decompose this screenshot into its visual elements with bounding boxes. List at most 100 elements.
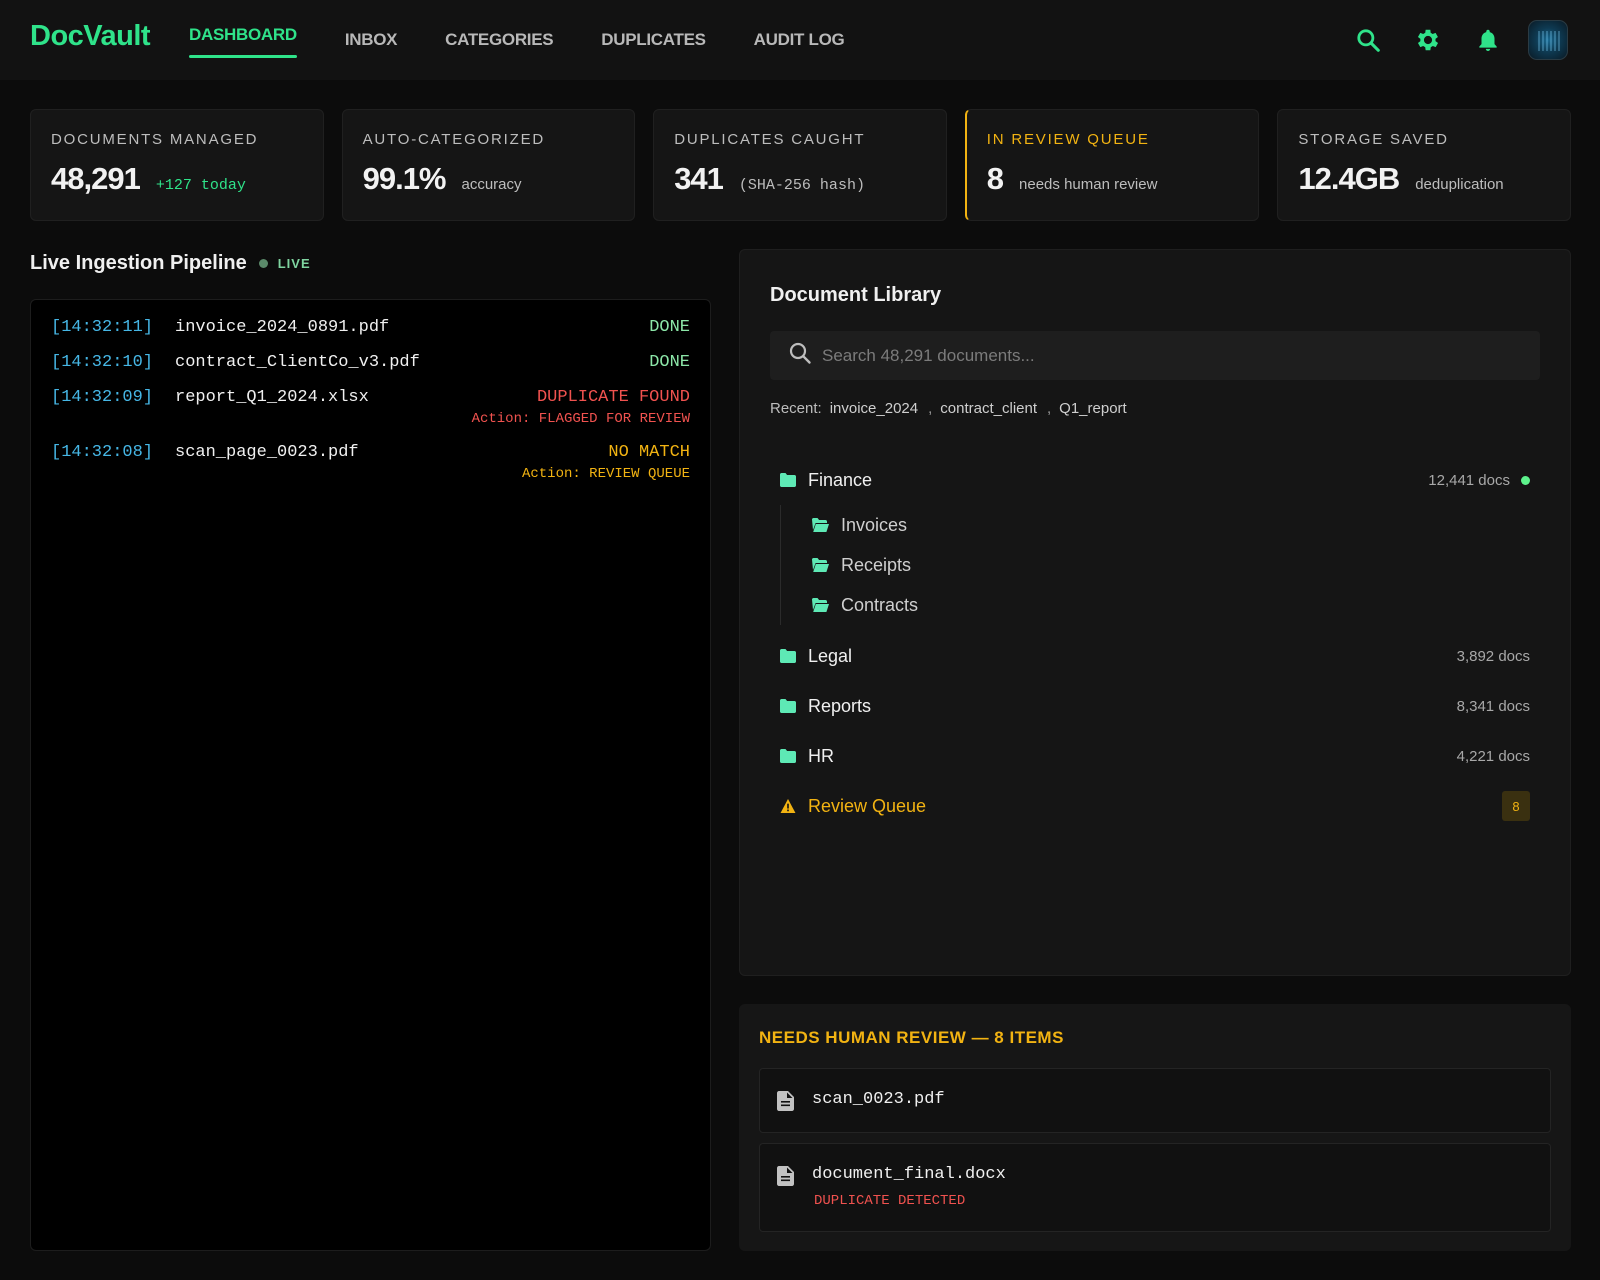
search-icon[interactable]: [1348, 20, 1388, 60]
review-queue-label: Review Queue: [808, 795, 927, 816]
log-entry: [14:32:08] scan_page_0023.pdf NO MATCH A…: [51, 443, 690, 486]
tab-label: AUDIT LOG: [753, 30, 845, 49]
folder-count: 3,892 docs: [1456, 647, 1530, 665]
log-file: report_Q1_2024.xlsx: [175, 388, 369, 407]
warning-icon: [780, 799, 796, 813]
folder-name: Legal: [808, 645, 853, 666]
stat-label: DOCUMENTS MANAGED: [51, 131, 259, 148]
tab-label: CATEGORIES: [445, 30, 554, 49]
tab-label: DASHBOARD: [189, 25, 297, 44]
stat-sub: needs human review: [1019, 176, 1158, 193]
folder-name: HR: [808, 745, 834, 766]
folder-count: 12,441 docs: [1428, 471, 1510, 489]
folder-icon: [780, 749, 796, 763]
stat-value: 48,291: [51, 161, 141, 196]
recent-link[interactable]: invoice_2024: [830, 400, 918, 417]
finance-children: Invoices Receipts Contracts: [780, 505, 1540, 625]
search-icon: [788, 341, 812, 370]
app-logo[interactable]: DocVault: [30, 20, 151, 53]
folder-count: 8,341 docs: [1456, 697, 1530, 715]
log-file: contract_ClientCo_v3.pdf: [175, 353, 420, 372]
recent-link[interactable]: contract_client: [940, 400, 1037, 417]
log-time: [14:32:11]: [51, 318, 154, 337]
recent-separator: ,: [1047, 400, 1052, 417]
log-action: Action: FLAGGED FOR REVIEW: [471, 411, 690, 427]
folder-name: Reports: [808, 695, 872, 716]
stat-label: STORAGE SAVED: [1298, 131, 1449, 148]
log-time: [14:32:09]: [51, 388, 154, 407]
subfolder-contracts[interactable]: Contracts: [812, 585, 1540, 625]
review-file-name: document_final.docx: [812, 1165, 1006, 1184]
folder-finance[interactable]: Finance 12,441 docs: [770, 455, 1540, 505]
folder-icon: [780, 649, 796, 663]
log-entry: [14:32:09] report_Q1_2024.xlsx DUPLICATE…: [51, 388, 690, 431]
stat-label: DUPLICATES CAUGHT: [674, 131, 866, 148]
review-queue-item[interactable]: Review Queue 8: [770, 781, 1540, 831]
stat-card-auto-categorized: AUTO-CATEGORIZED 99.1% accuracy: [341, 109, 636, 221]
tab-duplicates[interactable]: DUPLICATES: [601, 0, 706, 80]
log-status: DONE: [649, 318, 690, 337]
stat-sub: +127 today: [155, 177, 246, 194]
stat-card-duplicates: DUPLICATES CAUGHT 341 (SHA-256 hash): [653, 109, 947, 221]
folder-open-icon: [812, 598, 829, 612]
subfolder-receipts[interactable]: Receipts: [812, 545, 1540, 585]
folder-icon: [780, 699, 796, 713]
pipeline-header: Live Ingestion Pipeline LIVE: [30, 252, 311, 275]
subfolder-invoices[interactable]: Invoices: [812, 505, 1540, 545]
bell-icon[interactable]: [1468, 20, 1508, 60]
review-item[interactable]: document_final.docx DUPLICATE DETECTED: [759, 1143, 1551, 1232]
log-status: DUPLICATE FOUND: [536, 388, 690, 407]
folder-tree: Finance 12,441 docs Invoices Receipts Co…: [770, 455, 1540, 831]
stat-value: 341: [674, 161, 724, 196]
log-file: invoice_2024_0891.pdf: [175, 318, 390, 337]
nav-tabs: DASHBOARD INBOX CATEGORIES DUPLICATES AU…: [189, 0, 892, 80]
review-file-name: scan_0023.pdf: [812, 1090, 945, 1109]
stat-sub: (SHA-256 hash): [738, 177, 865, 194]
top-nav: DocVault DASHBOARD INBOX CATEGORIES DUPL…: [0, 0, 1600, 80]
live-dot-icon: [258, 259, 268, 268]
folder-hr[interactable]: HR 4,221 docs: [770, 731, 1540, 781]
stat-card-documents: DOCUMENTS MANAGED 48,291 +127 today: [30, 109, 324, 221]
document-icon: [777, 1091, 794, 1111]
human-review-panel: NEEDS HUMAN REVIEW — 8 ITEMS scan_0023.p…: [739, 1004, 1571, 1251]
library-title: Document Library: [770, 284, 942, 306]
stat-sub: accuracy: [461, 176, 522, 193]
status-dot-icon: [1521, 475, 1530, 485]
folder-open-icon: [812, 518, 829, 532]
folder-name: Contracts: [841, 594, 919, 615]
tab-categories[interactable]: CATEGORIES: [445, 0, 553, 80]
tab-label: INBOX: [344, 30, 398, 49]
log-time: [14:32:08]: [51, 443, 154, 462]
log-status: NO MATCH: [608, 443, 690, 462]
review-panel-title: NEEDS HUMAN REVIEW — 8 ITEMS: [759, 1028, 1064, 1047]
recent-label: Recent:: [770, 400, 822, 417]
search-input[interactable]: [822, 345, 1522, 366]
recent-link[interactable]: Q1_report: [1059, 400, 1127, 417]
stat-card-storage: STORAGE SAVED 12.4GB deduplication: [1277, 109, 1571, 221]
review-item[interactable]: scan_0023.pdf: [759, 1068, 1551, 1133]
pipeline-title: Live Ingestion Pipeline: [30, 252, 247, 274]
log-time: [14:32:10]: [51, 353, 154, 372]
library-search[interactable]: [770, 331, 1540, 380]
stat-label: AUTO-CATEGORIZED: [362, 131, 546, 148]
stat-value: 12.4GB: [1298, 161, 1400, 196]
folder-icon: [780, 473, 796, 487]
gear-icon[interactable]: [1408, 20, 1448, 60]
recent-separator: ,: [928, 400, 933, 417]
folder-legal[interactable]: Legal 3,892 docs: [770, 631, 1540, 681]
folder-count: 4,221 docs: [1456, 747, 1530, 765]
folder-name: Invoices: [841, 514, 908, 535]
avatar[interactable]: [1528, 20, 1568, 60]
tab-dashboard[interactable]: DASHBOARD: [189, 0, 297, 80]
stat-sub: deduplication: [1415, 176, 1504, 193]
pipeline-terminal[interactable]: [14:32:11] invoice_2024_0891.pdf DONE [1…: [30, 299, 711, 1251]
tab-inbox[interactable]: INBOX: [344, 0, 398, 80]
stat-label: IN REVIEW QUEUE: [986, 131, 1150, 148]
live-badge: LIVE: [277, 256, 311, 271]
stat-card-review-queue: IN REVIEW QUEUE 8 needs human review: [964, 109, 1260, 221]
tab-audit-log[interactable]: AUDIT LOG: [754, 0, 845, 80]
document-library: Document Library Recent: invoice_2024 , …: [739, 249, 1571, 976]
review-count-badge: 8: [1502, 791, 1530, 821]
stat-value: 8: [986, 161, 1004, 196]
folder-reports[interactable]: Reports 8,341 docs: [770, 681, 1540, 731]
